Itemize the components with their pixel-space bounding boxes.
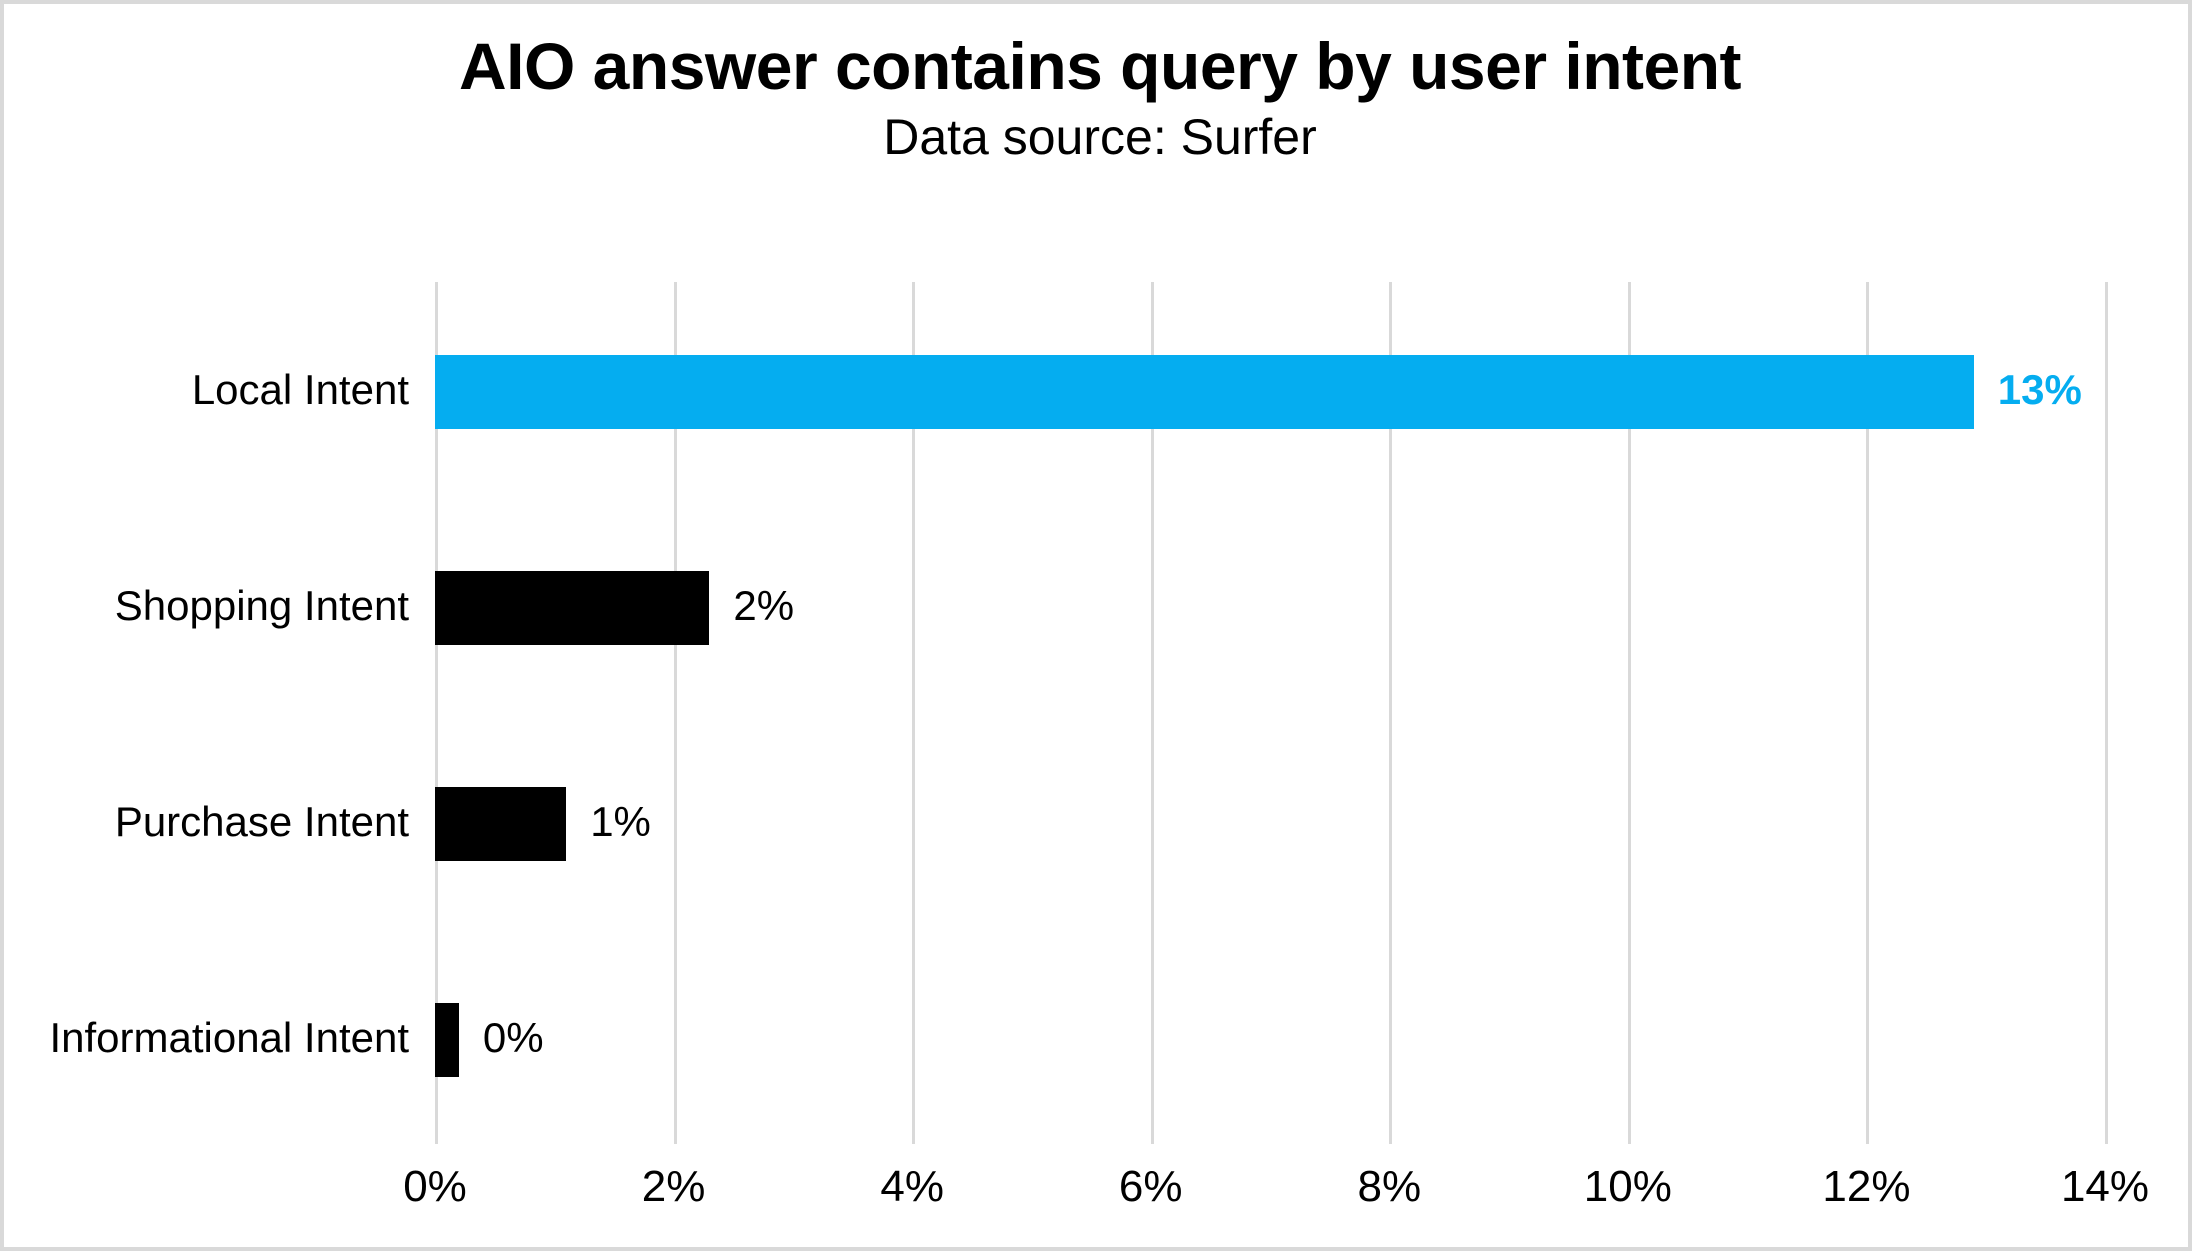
plot-area bbox=[435, 282, 2108, 1144]
x-tick-label: 6% bbox=[1118, 1162, 1183, 1211]
bar bbox=[435, 571, 710, 645]
chart-container: AIO answer contains query by user intent… bbox=[0, 0, 2192, 1251]
bar bbox=[435, 787, 567, 861]
x-tick-label: 0% bbox=[403, 1162, 467, 1211]
bar-value-label: 2% bbox=[733, 582, 795, 629]
x-tick-label: 2% bbox=[641, 1162, 706, 1211]
x-tick-label: 14% bbox=[2060, 1162, 2150, 1211]
x-tick-label: 4% bbox=[880, 1162, 944, 1211]
category-label: Purchase Intent bbox=[114, 798, 409, 845]
bar-value-label: 1% bbox=[590, 798, 651, 845]
bar-value-label: 13% bbox=[1997, 366, 2082, 413]
gridline bbox=[2105, 282, 2108, 1144]
bar bbox=[435, 355, 1974, 429]
category-label: Informational Intent bbox=[49, 1014, 409, 1061]
bar-value-label: 0% bbox=[482, 1014, 544, 1061]
chart-title: AIO answer contains query by user intent bbox=[459, 29, 1742, 103]
title-block: AIO answer contains query by user intent… bbox=[4, 29, 2192, 166]
category-label: Local Intent bbox=[191, 366, 409, 413]
x-tick-label: 10% bbox=[1583, 1162, 1672, 1211]
chart-subtitle: Data source: Surfer bbox=[883, 109, 1317, 166]
x-tick-label: 8% bbox=[1357, 1162, 1422, 1211]
x-tick-label: 12% bbox=[1822, 1162, 1911, 1211]
bar bbox=[435, 1003, 459, 1077]
category-label: Shopping Intent bbox=[114, 582, 409, 629]
